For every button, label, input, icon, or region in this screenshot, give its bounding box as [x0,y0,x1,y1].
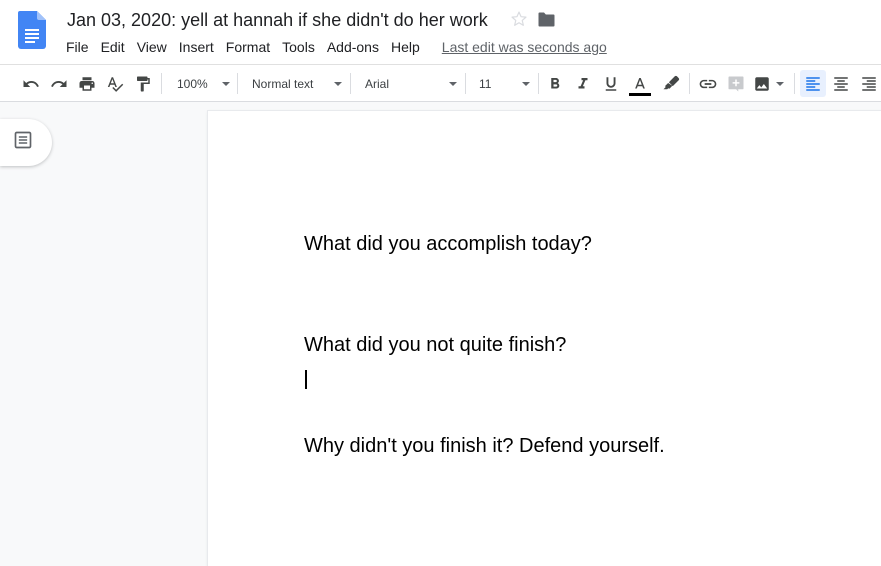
menu-file[interactable]: File [60,37,95,57]
text-color-icon[interactable] [628,65,652,102]
document-paragraph[interactable]: What did you accomplish today? [304,232,592,256]
toolbar-divider [794,73,795,94]
chevron-down-icon [222,81,230,86]
menu-view[interactable]: View [131,37,173,57]
menu-bar: File Edit View Insert Format Tools Add-o… [60,37,607,57]
header: Jan 03, 2020: yell at hannah if she didn… [0,0,881,64]
align-center-icon[interactable] [830,65,852,102]
zoom-value: 100% [177,76,208,91]
italic-icon[interactable] [572,65,594,102]
text-color-bar [629,92,651,96]
toolbar-divider [538,73,539,94]
google-docs-icon[interactable] [18,11,46,49]
font-size-dropdown[interactable]: 11 [474,65,530,102]
zoom-dropdown[interactable]: 100% [170,65,230,102]
font-dropdown[interactable]: Arial [359,65,457,102]
align-left-icon[interactable] [800,70,826,97]
highlight-icon[interactable] [660,65,682,102]
document-paragraph[interactable]: What did you not quite finish? [304,333,566,357]
menu-add-ons[interactable]: Add-ons [321,37,385,57]
print-icon[interactable] [76,65,98,102]
google-docs-window: Jan 03, 2020: yell at hannah if she didn… [0,0,881,566]
paragraph-style-dropdown[interactable]: Normal text [246,65,342,102]
image-icon [753,75,771,93]
font-value: Arial [365,76,390,91]
toolbar-divider [465,73,466,94]
last-edit-link[interactable]: Last edit was seconds ago [442,39,607,55]
bold-icon[interactable] [544,65,566,102]
menu-insert[interactable]: Insert [173,37,220,57]
document-title[interactable]: Jan 03, 2020: yell at hannah if she didn… [67,9,488,31]
align-right-icon[interactable] [858,65,880,102]
document-page[interactable]: What did you accomplish today? What did … [208,111,881,566]
menu-format[interactable]: Format [220,37,276,57]
document-outline-button[interactable] [0,119,52,166]
paragraph-style-value: Normal text [252,76,314,91]
redo-icon[interactable] [48,65,70,102]
toolbar: 100% Normal text Arial 11 [0,64,881,102]
folder-icon[interactable] [538,12,555,27]
toolbar-divider [237,73,238,94]
chevron-down-icon [449,81,457,86]
document-outline-icon [13,130,33,155]
menu-tools[interactable]: Tools [276,37,321,57]
toolbar-divider [161,73,162,94]
spellcheck-icon[interactable] [104,65,126,102]
font-size-value: 11 [479,76,492,91]
toolbar-divider [689,73,690,94]
menu-edit[interactable]: Edit [95,37,131,57]
document-paragraph[interactable]: Why didn't you finish it? Defend yoursel… [304,434,665,458]
toolbar-divider [350,73,351,94]
insert-image-button[interactable] [753,65,789,102]
chevron-down-icon [776,81,784,86]
paint-format-icon[interactable] [132,65,154,102]
star-icon[interactable] [510,10,528,28]
menu-help[interactable]: Help [385,37,426,57]
undo-icon[interactable] [20,65,42,102]
underline-icon[interactable] [600,65,622,102]
chevron-down-icon [522,81,530,86]
link-icon[interactable] [697,65,719,102]
comment-icon[interactable] [725,65,747,102]
chevron-down-icon [334,81,342,86]
text-cursor [305,370,307,389]
